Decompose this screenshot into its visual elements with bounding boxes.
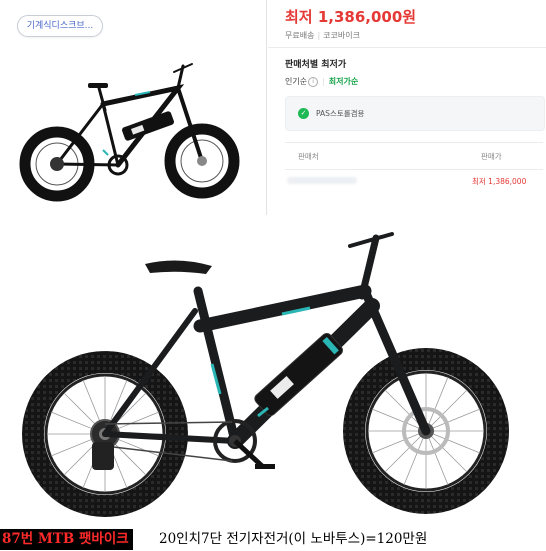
price-label: 최저: [285, 8, 313, 26]
seller-section-title: 판매처별 최저가: [285, 60, 347, 70]
sort-tabs: 인기순 i | 최저가순: [285, 76, 358, 87]
caption-text: 20인치7단 전기자전거(이 노바투스)=120만원: [159, 531, 428, 547]
panel-divider: [266, 0, 267, 215]
info-icon[interactable]: i: [308, 77, 319, 87]
lowest-price: 최저 1,386,000원: [285, 6, 416, 27]
caption-tag: 87번 MTB 팻바이크: [0, 529, 133, 550]
meta-separator: |: [317, 31, 321, 40]
price-info-panel: 최저 1,386,000원 무료배송 | 코코바이크 판매처별 최저가 인기순 i | 최…: [268, 0, 546, 215]
column-price: 판매가: [481, 152, 502, 161]
caption-bar: 87번 MTB 팻바이크 20인치7단 전기자전거(이 노바투스)=120만원: [0, 527, 546, 551]
seller-row-price[interactable]: 최저 1,386,000: [472, 176, 526, 187]
filter-option[interactable]: ✓ PAS스토롤겸용: [285, 96, 545, 131]
check-circle-icon: ✓: [298, 108, 309, 119]
column-seller: 판매처: [298, 152, 319, 161]
shipping-text: 무료배송: [285, 31, 315, 40]
tab-lowest-price[interactable]: 최저가순: [329, 77, 358, 86]
seller-table-header: 판매처 판매가: [285, 142, 543, 170]
product-photo-small[interactable]: 기계식디스크브...: [0, 0, 265, 215]
tab-popular[interactable]: 인기순: [285, 77, 307, 86]
option-chip[interactable]: 기계식디스크브...: [17, 15, 103, 37]
product-meta: 무료배송 | 코코바이크: [285, 30, 360, 41]
fat-bike-illustration-large: [22, 232, 509, 517]
seller-name-blurred[interactable]: [287, 177, 357, 184]
section-divider: [268, 47, 546, 48]
tab-separator: |: [322, 77, 325, 86]
product-photo-large: [0, 216, 546, 526]
filter-label: PAS스토롤겸용: [316, 109, 365, 118]
brand-link[interactable]: 코코바이크: [323, 31, 360, 40]
price-value: 1,386,000원: [317, 8, 417, 26]
